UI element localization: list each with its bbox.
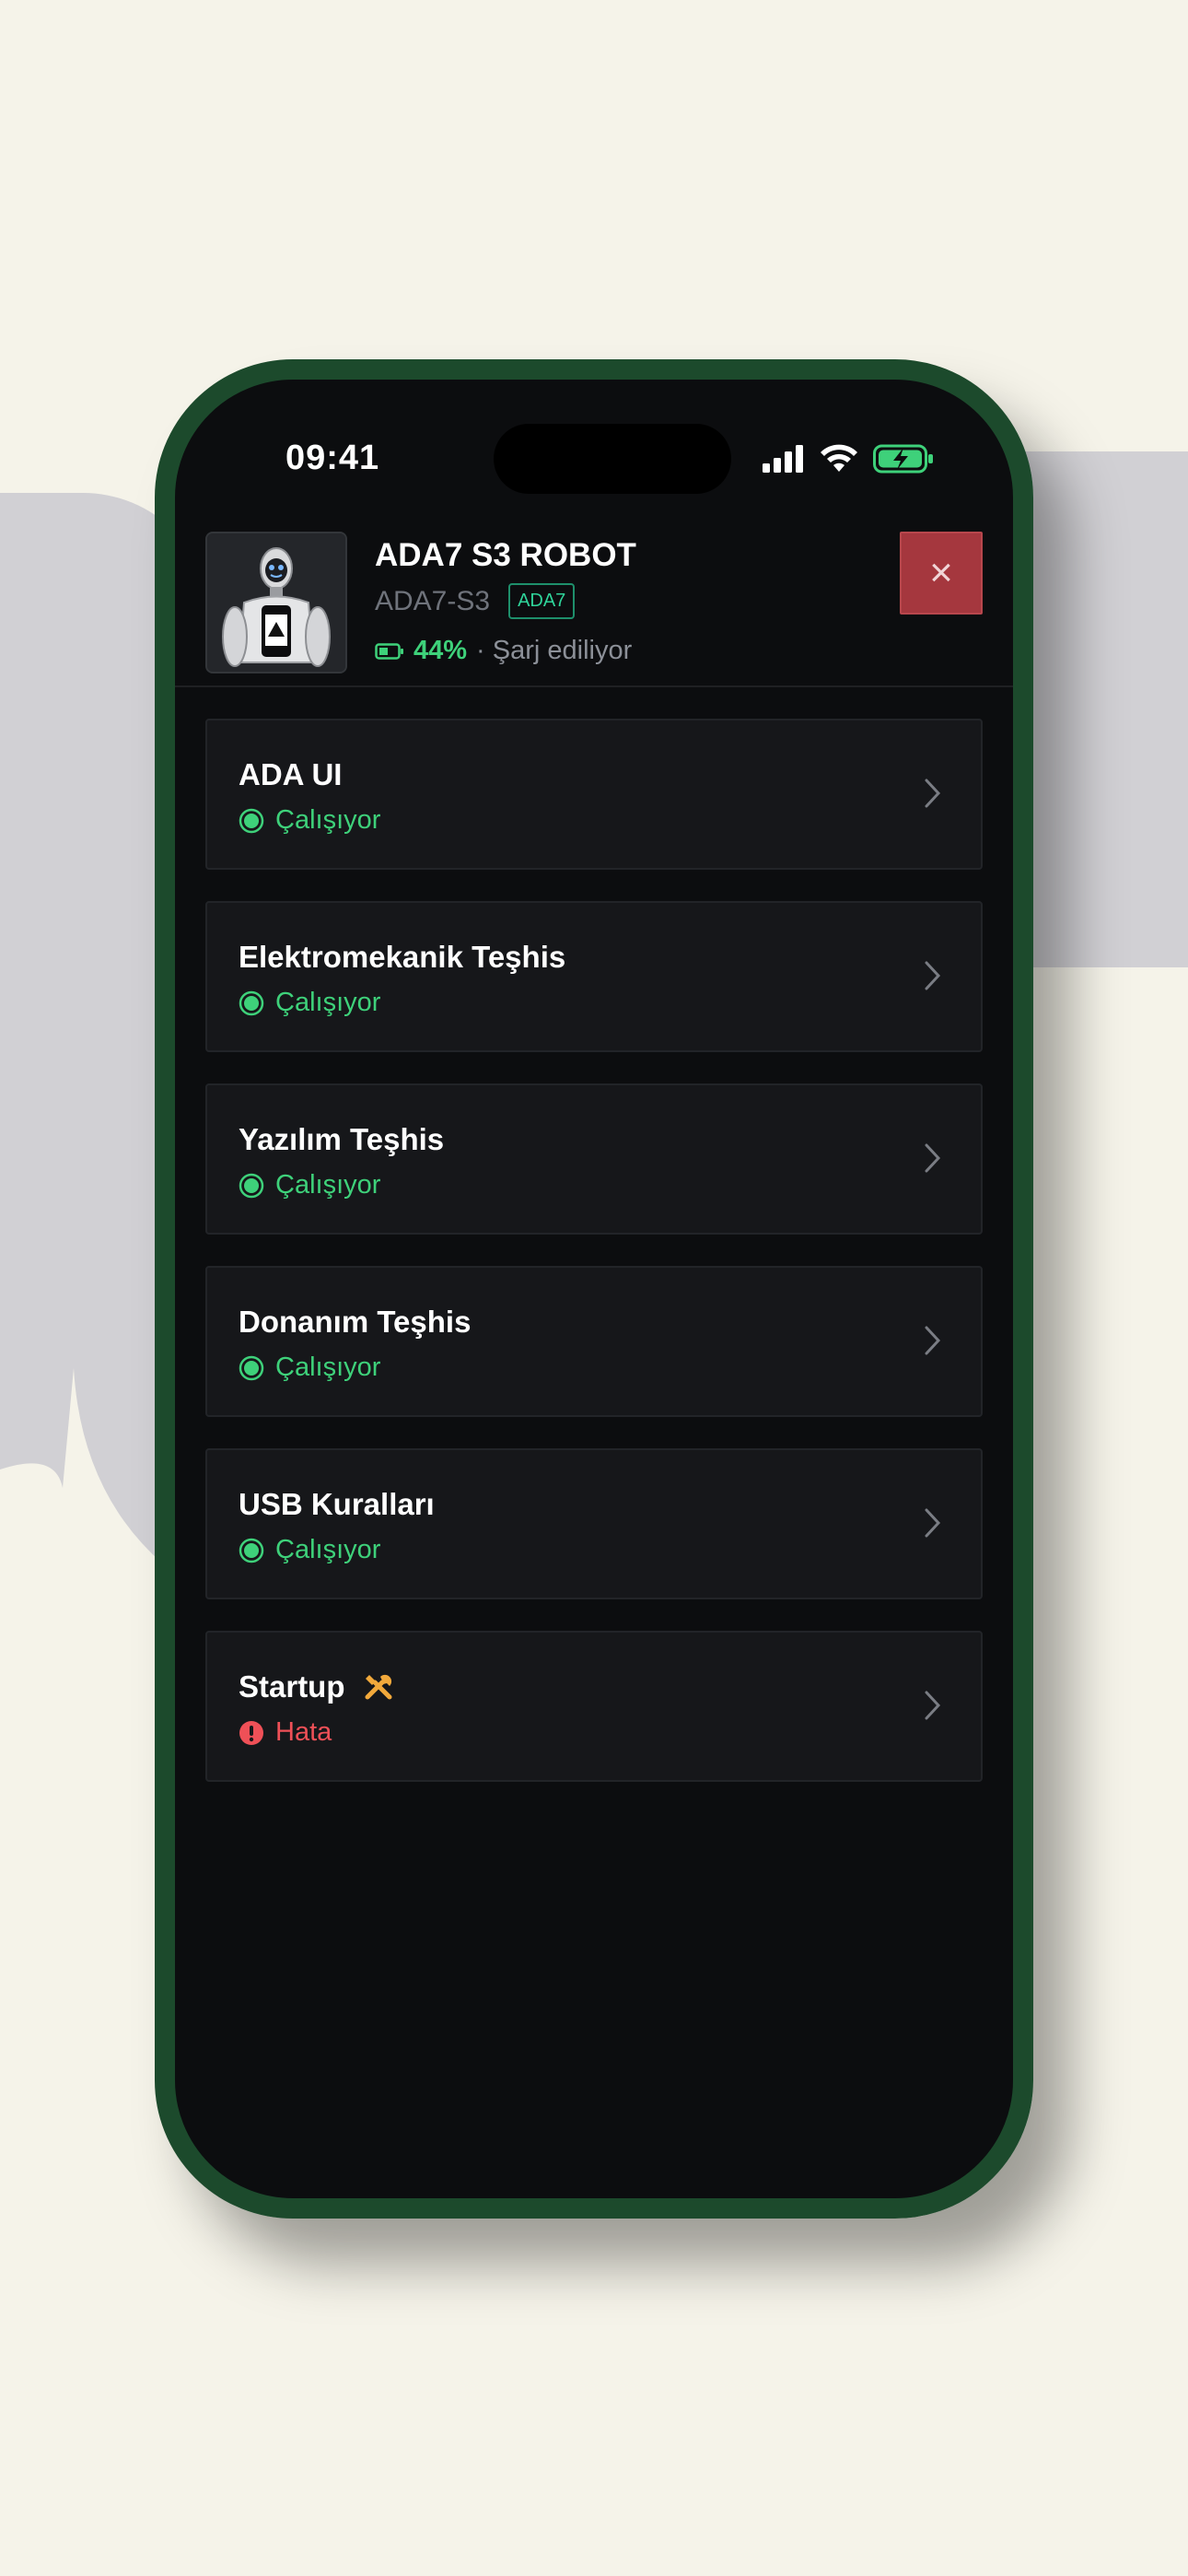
wifi-icon bbox=[821, 444, 857, 472]
close-button[interactable]: × bbox=[900, 532, 983, 615]
signal-icon bbox=[763, 445, 803, 473]
item-title: Startup bbox=[239, 1669, 395, 1704]
status-text: Çalışıyor bbox=[275, 805, 381, 835]
status-ok-icon bbox=[239, 1355, 264, 1380]
status-badge: Çalışıyor bbox=[239, 1535, 380, 1565]
dynamic-island bbox=[494, 424, 731, 494]
list-item[interactable]: Elektromekanik Teşhis Çalışıyor bbox=[205, 901, 983, 1052]
list-item[interactable]: ADA UI Çalışıyor bbox=[205, 719, 983, 870]
status-badge: Çalışıyor bbox=[239, 1170, 380, 1200]
item-title: USB Kuralları bbox=[239, 1487, 435, 1522]
item-title: Yazılım Teşhis bbox=[239, 1122, 444, 1157]
error-icon bbox=[239, 1720, 263, 1745]
list-item[interactable]: Startup Hata bbox=[205, 1631, 983, 1782]
robot-header: ADA7 S3 ROBOT ADA7-S3 ADA7 44% · Şarj ed… bbox=[175, 532, 1013, 687]
service-list: ADA UI Çalışıyor Elektromekanik Teşhis Ç… bbox=[205, 719, 983, 1813]
phone-frame: 09:41 ADA7 S3 ROBOT ADA7-S3 ADA7 44% · Ş… bbox=[155, 359, 1033, 2219]
status-ok-icon bbox=[239, 1538, 264, 1563]
status-ok-icon bbox=[239, 1173, 264, 1198]
chevron-right-icon bbox=[925, 1326, 941, 1355]
battery-icon bbox=[375, 642, 403, 660]
status-badge: Çalışıyor bbox=[239, 1352, 380, 1383]
device-id: ADA7-S3 bbox=[375, 585, 491, 616]
item-name: Startup bbox=[239, 1669, 345, 1704]
status-badge: Çalışıyor bbox=[239, 988, 380, 1018]
item-title: Elektromekanik Teşhis bbox=[239, 940, 565, 975]
item-title: ADA UI bbox=[239, 757, 342, 792]
tools-icon bbox=[365, 1674, 391, 1700]
robot-subtitle: ADA7-S3 ADA7 bbox=[375, 583, 576, 619]
item-name: Donanım Teşhis bbox=[239, 1305, 472, 1339]
status-ok-icon bbox=[239, 990, 264, 1015]
status-icons bbox=[763, 444, 934, 474]
item-name: USB Kuralları bbox=[239, 1487, 435, 1521]
close-icon: × bbox=[929, 550, 953, 595]
status-badge: Hata bbox=[239, 1717, 332, 1748]
list-item[interactable]: Donanım Teşhis Çalışıyor bbox=[205, 1266, 983, 1417]
battery-status: 44% · Şarj ediliyor bbox=[375, 636, 632, 666]
model-badge: ADA7 bbox=[508, 583, 576, 619]
status-text: Çalışıyor bbox=[275, 1352, 381, 1382]
item-title: Donanım Teşhis bbox=[239, 1305, 471, 1340]
chevron-right-icon bbox=[925, 1691, 941, 1720]
charging-text: · Şarj ediliyor bbox=[476, 636, 633, 665]
status-ok-icon bbox=[239, 808, 264, 833]
list-item[interactable]: USB Kuralları Çalışıyor bbox=[205, 1448, 983, 1599]
chevron-right-icon bbox=[925, 961, 941, 990]
status-badge: Çalışıyor bbox=[239, 805, 380, 836]
status-text: Çalışıyor bbox=[275, 1535, 381, 1564]
screen: 09:41 ADA7 S3 ROBOT ADA7-S3 ADA7 44% · Ş… bbox=[175, 380, 1013, 2198]
item-name: ADA UI bbox=[239, 757, 343, 791]
item-name: Elektromekanik Teşhis bbox=[239, 940, 566, 974]
status-text: Çalışıyor bbox=[275, 1170, 381, 1200]
battery-charging-icon bbox=[873, 444, 933, 474]
chevron-right-icon bbox=[925, 1143, 941, 1173]
chevron-right-icon bbox=[925, 1508, 941, 1538]
battery-percent: 44% bbox=[413, 636, 468, 665]
status-text: Çalışıyor bbox=[275, 988, 381, 1017]
robot-image bbox=[205, 532, 347, 673]
chevron-right-icon bbox=[925, 779, 941, 808]
robot-title: ADA7 S3 ROBOT bbox=[375, 537, 636, 573]
status-time: 09:41 bbox=[285, 439, 380, 477]
status-text: Hata bbox=[275, 1717, 332, 1747]
item-name: Yazılım Teşhis bbox=[239, 1122, 445, 1156]
list-item[interactable]: Yazılım Teşhis Çalışıyor bbox=[205, 1083, 983, 1235]
